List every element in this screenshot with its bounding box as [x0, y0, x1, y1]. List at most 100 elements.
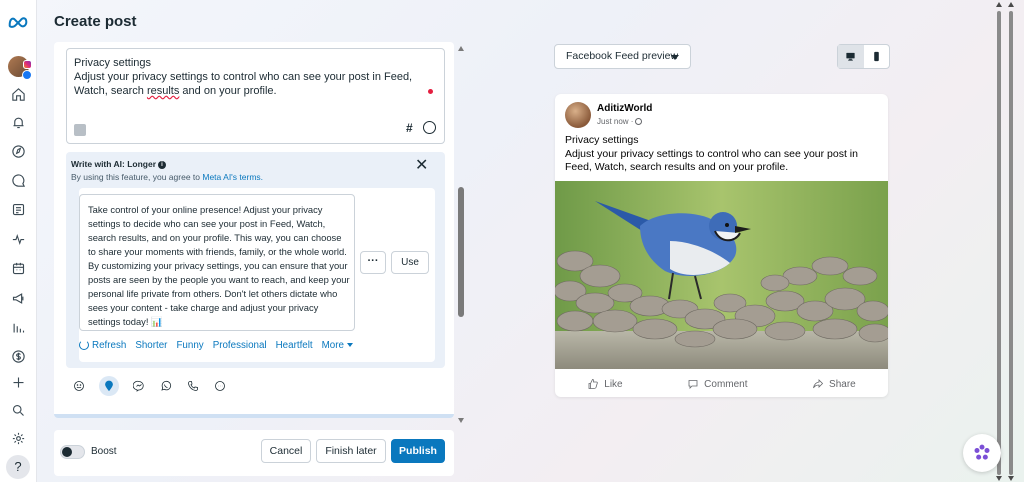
device-toggle	[837, 44, 890, 69]
scroll-up-arrow[interactable]	[458, 46, 464, 51]
tone-heartfelt[interactable]: Heartfelt	[276, 340, 313, 351]
analytics-bars-icon[interactable]	[8, 317, 28, 337]
page-title: Create post	[54, 13, 137, 30]
share-button[interactable]: Share	[812, 378, 856, 390]
scroll-up-arrow[interactable]	[996, 2, 1002, 7]
location-pin-icon[interactable]	[99, 376, 119, 396]
scroll-down-arrow[interactable]	[996, 476, 1002, 481]
preview-text-line2: Adjust your privacy settings to control …	[565, 147, 858, 174]
write-with-ai-panel: Write with AI: Longer i By using this fea…	[66, 152, 445, 368]
tone-professional[interactable]: Professional	[213, 340, 267, 351]
post-text-box[interactable]: Privacy settings Adjust your privacy set…	[66, 48, 445, 144]
refresh-button[interactable]: Refresh	[79, 340, 126, 351]
ai-image-tool-icon[interactable]	[74, 124, 86, 136]
window-scrollbars[interactable]	[994, 0, 1024, 482]
finish-later-button[interactable]: Finish later	[316, 439, 386, 463]
share-icon	[813, 379, 824, 389]
post-footer-bar: Boost Cancel Finish later Publish	[54, 430, 454, 476]
ai-suggestion-text: Take control of your online presence! Ad…	[88, 204, 350, 327]
post-text-segment-end: and on your profile.	[179, 85, 277, 97]
help-button[interactable]: ?	[6, 455, 30, 479]
post-text-line1: Privacy settings	[74, 57, 152, 69]
post-text[interactable]: Privacy settings Adjust your privacy set…	[74, 56, 439, 98]
ai-suggestion-card: Take control of your online presence! Ad…	[79, 194, 355, 331]
preview-select-label: Facebook Feed preview	[566, 50, 679, 62]
editor-scroll-thumb[interactable]	[458, 187, 464, 317]
content-icon[interactable]	[8, 199, 28, 219]
toggle-knob	[62, 447, 72, 457]
insights-icon[interactable]	[8, 229, 28, 249]
scroll-up-arrow[interactable]	[1008, 2, 1014, 7]
monetization-dollar-icon[interactable]	[8, 346, 28, 366]
tone-options: Refresh Shorter Funny Professional Heart…	[79, 340, 379, 351]
window-scroll-thumb[interactable]	[997, 11, 1001, 475]
author-avatar	[565, 102, 591, 128]
comment-icon	[688, 380, 698, 389]
editor-scroll-area: Privacy settings Adjust your privacy set…	[54, 42, 454, 418]
tone-shorter[interactable]: Shorter	[135, 340, 167, 351]
close-icon[interactable]: ✕	[415, 158, 428, 174]
like-button[interactable]: Like	[587, 378, 623, 390]
comment-label: Comment	[704, 378, 748, 390]
boost-label: Boost	[91, 446, 117, 457]
messages-icon[interactable]	[8, 170, 28, 190]
chevron-down-icon	[346, 343, 353, 348]
account-avatar[interactable]	[8, 56, 32, 80]
preview-text-line1: Privacy settings	[565, 134, 639, 146]
share-label: Share	[829, 378, 856, 390]
facebook-badge-icon	[22, 70, 32, 80]
phone-icon[interactable]	[186, 379, 200, 393]
compass-icon[interactable]	[8, 141, 28, 161]
settings-gear-icon[interactable]	[8, 428, 28, 448]
ai-terms-text: By using this feature, you agree to	[71, 172, 203, 182]
like-thumb-icon	[588, 379, 598, 389]
create-plus-icon[interactable]	[8, 372, 28, 392]
ai-suggestion-container: Take control of your online presence! Ad…	[79, 188, 435, 362]
cancel-button[interactable]: Cancel	[261, 439, 311, 463]
use-suggestion-button[interactable]: Use	[391, 251, 429, 274]
ai-panel-title: Write with AI: Longer i	[71, 159, 166, 169]
search-icon[interactable]	[8, 400, 28, 420]
messenger-icon[interactable]	[132, 379, 146, 393]
boost-toggle[interactable]	[60, 445, 85, 459]
instagram-badge-icon	[23, 60, 32, 69]
comment-button[interactable]: Comment	[687, 378, 748, 390]
spellcheck-underlined-word: results	[146, 85, 180, 97]
tone-funny[interactable]: Funny	[176, 340, 203, 351]
timestamp-text: Just now ·	[597, 117, 634, 126]
info-icon[interactable]: i	[158, 160, 166, 169]
desktop-icon[interactable]	[838, 45, 864, 68]
ads-megaphone-icon[interactable]	[8, 288, 28, 308]
more-options-icon[interactable]	[213, 379, 227, 393]
notifications-bell-icon[interactable]	[8, 112, 28, 132]
refresh-label: Refresh	[92, 340, 127, 351]
meta-ai-terms-link[interactable]: Meta AI's terms.	[202, 172, 263, 182]
window-scroll-thumb[interactable]	[1009, 11, 1013, 475]
publish-button[interactable]: Publish	[391, 439, 445, 463]
emoji-icon[interactable]	[72, 379, 86, 393]
hashtag-button[interactable]: #	[406, 121, 413, 135]
scroll-down-arrow[interactable]	[458, 418, 464, 423]
section-divider	[54, 414, 454, 418]
post-image-blue-jay	[555, 181, 888, 369]
calendar-icon[interactable]	[8, 258, 28, 278]
meta-ai-assistant-button[interactable]	[963, 434, 1001, 472]
left-navigation: ?	[0, 0, 37, 482]
post-editor: Privacy settings Adjust your privacy set…	[54, 42, 466, 482]
chevron-down-icon	[671, 55, 679, 60]
whatsapp-icon[interactable]	[159, 379, 173, 393]
emoji-picker-icon[interactable]	[423, 121, 436, 134]
home-icon[interactable]	[8, 84, 28, 104]
preview-placement-select[interactable]: Facebook Feed preview	[554, 44, 691, 69]
author-name: AditizWorld	[597, 103, 653, 114]
notification-dot	[428, 89, 433, 94]
post-timestamp: Just now ·	[597, 117, 643, 126]
mobile-icon[interactable]	[864, 45, 890, 68]
globe-icon	[635, 118, 643, 126]
meta-logo-icon[interactable]	[8, 12, 28, 32]
more-options-button[interactable]: ···	[360, 251, 386, 274]
scroll-down-arrow[interactable]	[1008, 476, 1014, 481]
sparkle-flower-icon	[974, 444, 990, 460]
editor-scrollbar[interactable]	[456, 42, 466, 424]
tone-more-dropdown[interactable]: More	[322, 340, 353, 351]
